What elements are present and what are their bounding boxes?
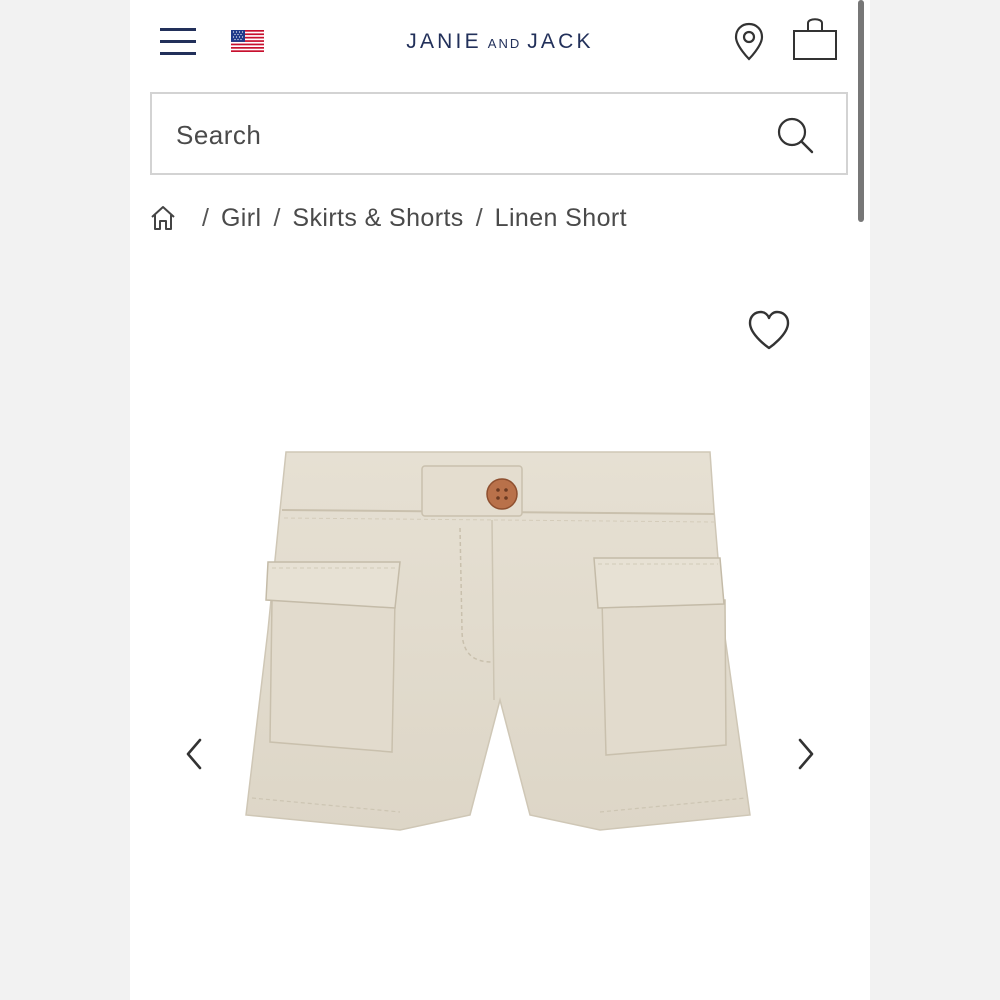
product-page: JANIE AND JACK Search / Girl / Skirts & … bbox=[130, 0, 870, 1000]
chevron-left-icon[interactable] bbox=[178, 732, 212, 776]
brand-logo-janie: JANIE bbox=[406, 30, 482, 53]
breadcrumb-separator: / bbox=[202, 203, 209, 232]
breadcrumb-separator: / bbox=[273, 203, 281, 232]
brand-logo[interactable]: JANIE AND JACK bbox=[330, 26, 670, 58]
site-header: JANIE AND JACK bbox=[130, 0, 870, 85]
product-image[interactable] bbox=[230, 440, 770, 880]
scrollbar[interactable] bbox=[858, 0, 864, 222]
brand-logo-and: AND bbox=[487, 36, 522, 51]
breadcrumb-item-skirts-shorts[interactable]: Skirts & Shorts bbox=[292, 204, 463, 233]
screenshot-frame: JANIE AND JACK Search / Girl / Skirts & … bbox=[0, 0, 1000, 1000]
search-bar bbox=[150, 92, 848, 175]
breadcrumb: / Girl / Skirts & Shorts / Linen Short bbox=[148, 196, 627, 240]
breadcrumb-item-linen-short: Linen Short bbox=[494, 203, 627, 232]
us-flag-icon[interactable] bbox=[231, 30, 264, 52]
breadcrumb-separator: / bbox=[475, 203, 483, 232]
hamburger-menu-icon[interactable] bbox=[160, 26, 198, 58]
heart-icon[interactable] bbox=[745, 308, 793, 354]
breadcrumb-item-girl[interactable]: Girl bbox=[221, 204, 261, 233]
location-pin-icon[interactable] bbox=[733, 22, 765, 62]
search-icon[interactable] bbox=[774, 114, 816, 156]
brand-logo-jack: JACK bbox=[527, 30, 594, 53]
search-input[interactable] bbox=[174, 112, 758, 158]
home-icon[interactable] bbox=[148, 203, 178, 233]
shopping-bag-icon[interactable] bbox=[790, 14, 840, 62]
chevron-right-icon[interactable] bbox=[788, 732, 822, 776]
